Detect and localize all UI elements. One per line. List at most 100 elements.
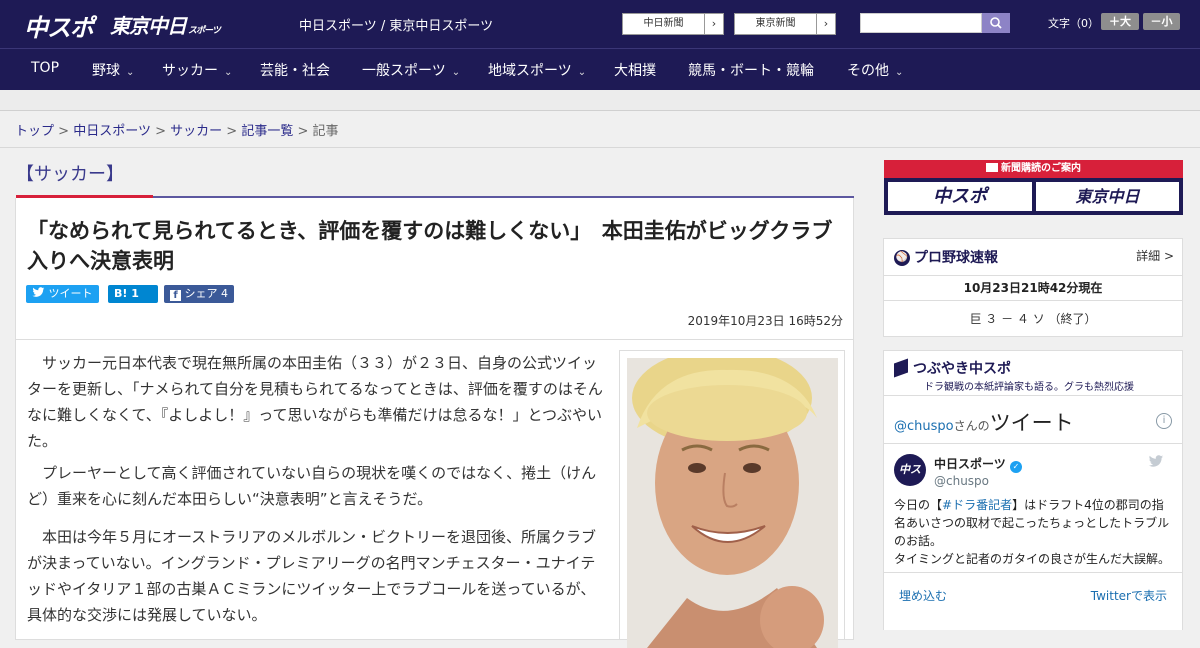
breadcrumb-soccer[interactable]: サッカー <box>170 124 222 139</box>
tokyo-logo-text: 東京中日 <box>110 14 187 38</box>
ad-tokyo-logo: 東京中日 <box>1036 182 1179 211</box>
article-paragraph: サッカー元日本代表で現在無所属の本田圭佑（３３）が２３日、自身の公式ツイッターを… <box>27 354 603 450</box>
nav-local-sports[interactable]: 地域スポーツ ⌄ <box>488 60 586 80</box>
megaphone-icon <box>894 358 908 378</box>
nav-baseball[interactable]: 野球 ⌄ <box>92 60 134 80</box>
nav-baseball-label: 野球 <box>92 63 120 79</box>
tweet-label: ツイート <box>48 287 93 300</box>
article-category: 【サッカー】 <box>16 164 124 185</box>
breadcrumb-separator: > <box>155 124 166 139</box>
tweet-hashtag[interactable]: #ドラ番記者 <box>942 498 1012 512</box>
subscription-title-text: 新聞購読のご案内 <box>1001 163 1081 174</box>
facebook-icon: f <box>170 290 181 301</box>
facebook-share-button[interactable]: f シェア 4 <box>164 285 234 303</box>
tweet-author-handle[interactable]: @chuspo <box>934 474 989 488</box>
tokyo-chunichi-logo[interactable]: 東京中日 スポーツ <box>110 10 221 39</box>
nav-entertainment[interactable]: 芸能・社会 <box>260 60 330 80</box>
embed-link[interactable]: 埋め込む <box>899 587 947 604</box>
main-nav: TOP 野球 ⌄ サッカー ⌄ 芸能・社会 一般スポーツ ⌄ 地域スポーツ ⌄ 大相撲 … <box>0 48 1200 90</box>
nav-top-label: TOP <box>31 60 60 76</box>
divider <box>884 275 1182 276</box>
nav-sports[interactable]: 一般スポーツ ⌄ <box>362 60 460 80</box>
divider <box>884 395 1182 396</box>
tsubuyaki-title-text: つぶやき中スポ <box>913 361 1011 377</box>
site-title: 中日スポーツ / 東京中日スポーツ <box>299 19 494 34</box>
view-on-twitter-link[interactable]: Twitterで表示 <box>1091 587 1167 604</box>
baseball-detail-link[interactable]: 詳細 > <box>1136 247 1174 264</box>
breadcrumb-separator: > <box>58 124 70 139</box>
divider <box>884 572 1182 573</box>
baseball-icon: ⚾ <box>894 250 910 266</box>
sub-bar <box>0 90 1200 111</box>
font-smaller-button[interactable]: －小 <box>1143 13 1180 30</box>
font-size-label: 文字（0） <box>1048 17 1099 30</box>
breadcrumb-current: 記事 <box>312 124 339 139</box>
tweet-author-name[interactable]: 中日スポーツ ✓ <box>934 455 1022 473</box>
tsubuyaki-title: つぶやき中スポ <box>894 358 1011 378</box>
subscription-banner-title: 新聞購読のご案内 <box>884 160 1183 178</box>
breadcrumb-divider <box>0 147 1200 148</box>
chunichi-shimbun-link[interactable]: 中日新聞 › <box>622 13 724 35</box>
tweet-button[interactable]: ツイート <box>26 285 99 303</box>
chuspo-logo[interactable]: 中スポ <box>24 8 94 43</box>
info-icon[interactable]: i <box>1156 413 1172 429</box>
baseball-scores-box: ⚾ プロ野球速報 詳細 > 10月23日21時42分現在 巨 ３ － ４ ソ （終… <box>883 238 1183 337</box>
nav-soccer-label: サッカー <box>162 63 218 79</box>
font-bigger-button[interactable]: ＋大 <box>1101 13 1139 30</box>
article-photo-frame <box>619 350 845 648</box>
tsubuyaki-box: つぶやき中スポ ドラ観戦の本紙評論家も語る。グラも熱烈応援 @chuspoさんの… <box>883 350 1183 630</box>
tsubuyaki-subtitle: ドラ観戦の本紙評論家も語る。グラも熱烈応援 <box>924 382 1134 393</box>
breadcrumb-separator: > <box>226 124 238 139</box>
search-icon <box>990 17 1002 29</box>
chevron-right-icon: › <box>704 14 723 34</box>
baseball-scores-title: ⚾ プロ野球速報 <box>894 247 998 267</box>
publish-date: 2019年10月23日 16時52分 <box>687 314 843 328</box>
breadcrumb: トップ > 中日スポーツ > サッカー > 記事一覧 > 記事 <box>15 120 339 139</box>
nav-sumo-label: 大相撲 <box>614 63 656 79</box>
subscription-banner[interactable]: 新聞購読のご案内 中スポ 東京中日 <box>884 160 1183 215</box>
tweets-header: @chuspoさんのツイート <box>894 407 1074 437</box>
twitter-bird-icon[interactable] <box>1148 455 1164 468</box>
top-header: 中スポ 東京中日 スポーツ 中日スポーツ / 東京中日スポーツ 中日新聞 › 東京… <box>0 0 1200 48</box>
chevron-down-icon: ⌄ <box>224 67 233 78</box>
breadcrumb-chunichi[interactable]: 中日スポーツ <box>73 124 151 139</box>
article-headline: 「なめられて見られてるとき、評価を覆すのは難しくない」 本田圭佑がビッグクラブ入… <box>27 219 833 273</box>
breadcrumb-top[interactable]: トップ <box>15 124 54 139</box>
search-button[interactable] <box>982 13 1010 33</box>
avatar[interactable]: 中ス <box>894 454 926 486</box>
hatena-bookmark-button[interactable]: B! 1 <box>108 285 158 303</box>
verified-badge-icon: ✓ <box>1009 461 1022 473</box>
tweet-text-2: タイミングと記者のガタイの良さが生んだ大誤解。 <box>894 552 1171 566</box>
nav-top[interactable]: TOP <box>31 60 59 76</box>
twitter-bird-icon <box>32 287 45 297</box>
divider <box>884 443 1182 444</box>
article-header: 「なめられて見られてるとき、評価を覆すのは難しくない」 本田圭佑がビッグクラブ入… <box>15 198 854 340</box>
chevron-down-icon: ⌄ <box>895 67 904 78</box>
tweet-text: 今日の【#ドラ番記者】はドラフト4位の郡司の指名あいさつの取材で起こったちょっと… <box>894 496 1174 568</box>
baseball-timestamp: 10月23日21時42分現在 <box>963 281 1103 295</box>
breadcrumb-separator: > <box>297 124 309 139</box>
tokyo-shimbun-link[interactable]: 東京新聞 › <box>734 13 836 35</box>
newspaper-icon <box>986 163 998 172</box>
tweets-handle[interactable]: @chuspo <box>894 419 954 434</box>
breadcrumb-list[interactable]: 記事一覧 <box>241 124 293 139</box>
article-paragraph: 本田は今年５月にオーストラリアのメルボルン・ビクトリーを退団後、所属クラブが決ま… <box>27 528 596 624</box>
tweet-text-pre: 今日の【 <box>894 498 943 512</box>
article-photo[interactable] <box>627 358 838 648</box>
nav-racing[interactable]: 競馬・ボート・競輪 <box>688 60 814 80</box>
nav-soccer[interactable]: サッカー ⌄ <box>162 60 232 80</box>
baseball-game-score[interactable]: 巨 ３ － ４ ソ （終了） <box>884 310 1182 327</box>
tokyo-logo-small: スポーツ <box>188 26 221 36</box>
tokyo-shimbun-label: 東京新聞 <box>755 18 796 29</box>
ad-chuspo-logo: 中スポ <box>888 182 1032 211</box>
nav-sumo[interactable]: 大相撲 <box>614 60 656 80</box>
search-input[interactable] <box>860 13 982 33</box>
article-paragraph: プレーヤーとして高く評価されていない自らの現状を嘆くのではなく、捲土（けんど）重… <box>27 464 597 508</box>
chunichi-shimbun-label: 中日新聞 <box>643 18 684 29</box>
chevron-down-icon: ⌄ <box>126 67 135 78</box>
article-body: サッカー元日本代表で現在無所属の本田圭佑（３３）が２３日、自身の公式ツイッターを… <box>15 340 854 648</box>
chevron-down-icon: ⌄ <box>577 67 587 78</box>
nav-entertainment-label: 芸能・社会 <box>260 63 330 79</box>
nav-other[interactable]: その他 ⌄ <box>847 60 903 80</box>
tweet-author-text: 中日スポーツ <box>934 457 1006 471</box>
